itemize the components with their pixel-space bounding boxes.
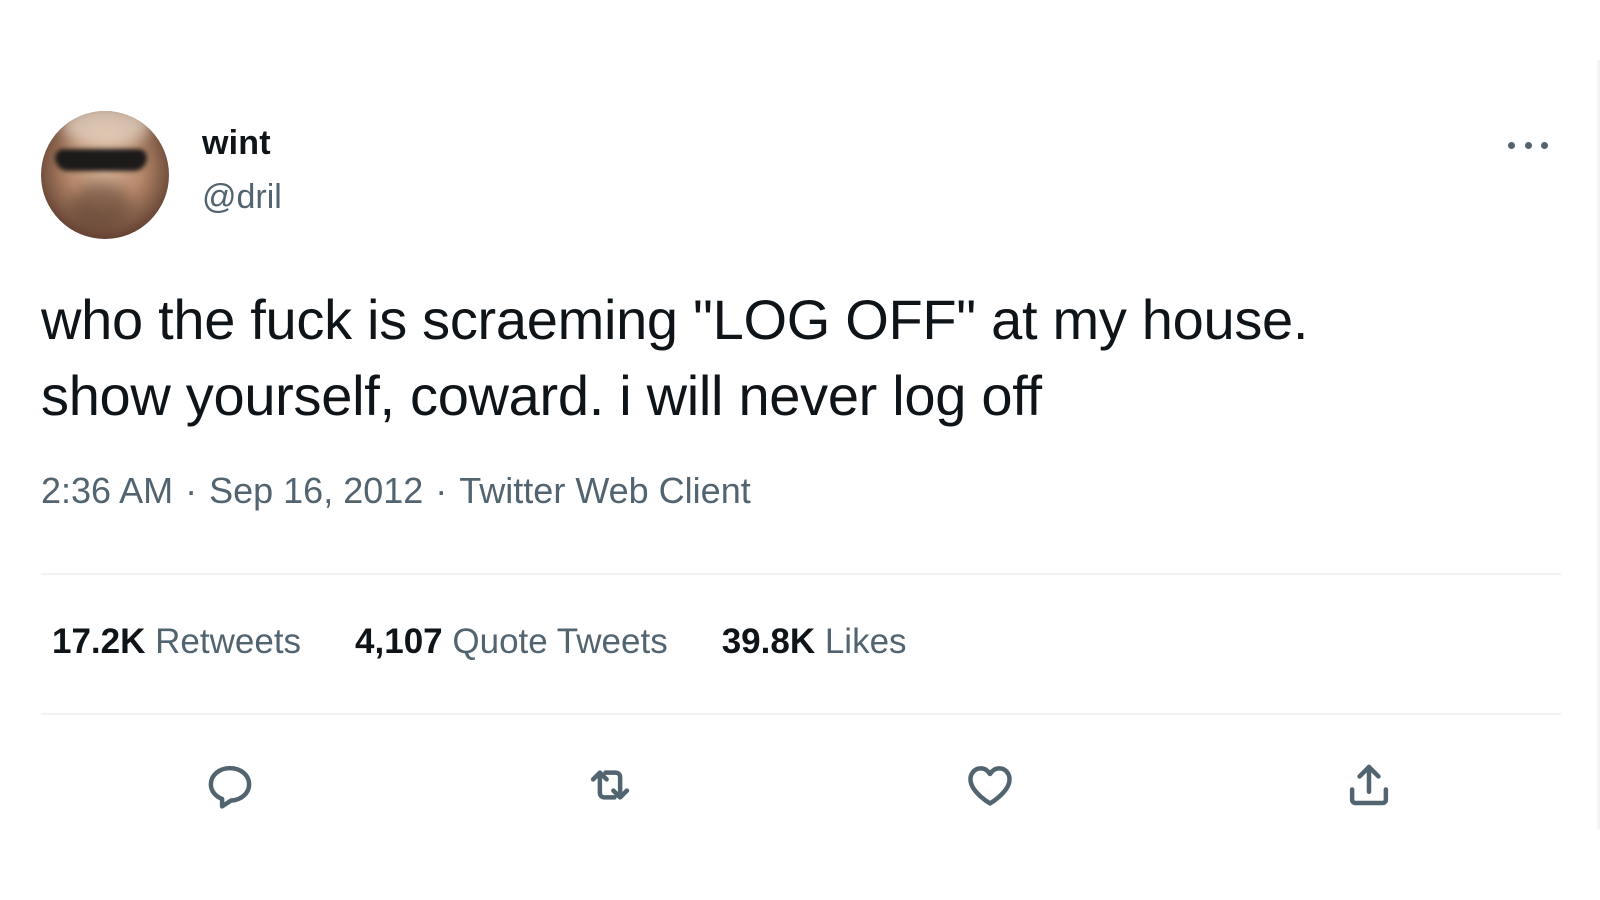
author-handle[interactable]: @dril (202, 178, 282, 217)
quote-tweets-label: Quote Tweets (452, 622, 668, 661)
author-display-name[interactable]: wint (202, 124, 271, 163)
likes-label: Likes (824, 622, 907, 661)
likes-count: 39.8K (721, 622, 816, 661)
tweet-source[interactable]: Twitter Web Client (459, 470, 750, 511)
divider (41, 713, 1561, 715)
reply-button[interactable] (200, 755, 260, 815)
heart-icon (968, 766, 1012, 806)
quote-tweets-stat[interactable]: 4,107 Quote Tweets (355, 622, 668, 662)
avatar[interactable] (41, 111, 169, 239)
retweets-count: 17.2K (52, 622, 146, 661)
reply-icon (208, 765, 252, 809)
scroll-edge (1596, 60, 1600, 830)
divider (41, 573, 1561, 575)
share-icon (1349, 764, 1389, 806)
retweets-label: Retweets (155, 622, 302, 661)
meta-separator: · (185, 470, 198, 511)
like-button[interactable] (960, 755, 1020, 815)
tweet-card: wint @dril who the fuck is scraeming "LO… (0, 0, 1600, 900)
retweets-stat[interactable]: 17.2K Retweets (52, 622, 301, 662)
quote-tweets-count: 4,107 (355, 622, 443, 661)
tweet-time[interactable]: 2:36 AM (41, 470, 173, 511)
tweet-text: who the fuck is scraeming "LOG OFF" at m… (41, 288, 1309, 427)
meta-separator: · (435, 470, 448, 511)
tweet-stats: 17.2K Retweets 4,107 Quote Tweets 39.8K … (52, 622, 907, 662)
tweet-meta: 2:36 AM · Sep 16, 2012 · Twitter Web Client (41, 470, 751, 512)
tweet-date[interactable]: Sep 16, 2012 (209, 470, 423, 511)
retweet-button[interactable] (580, 755, 640, 815)
share-button[interactable] (1339, 755, 1399, 815)
likes-stat[interactable]: 39.8K Likes (722, 622, 907, 662)
action-bar (0, 755, 1600, 815)
more-horizontal-icon[interactable] (1508, 130, 1548, 160)
retweet-icon (590, 770, 630, 800)
